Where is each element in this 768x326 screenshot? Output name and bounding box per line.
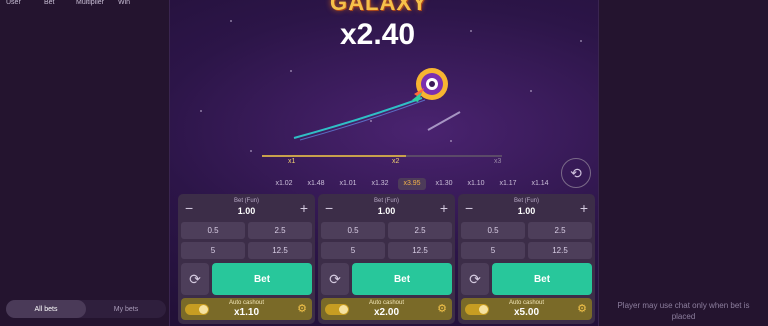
bet-button[interactable]: Bet (212, 263, 312, 295)
quick-bet-grid: 0.5 2.5 5 12.5 (461, 222, 592, 259)
bet-amount: − Bet (Fun) 1.00 + (461, 197, 592, 219)
history-item: x1.48 (307, 180, 325, 187)
history-item: x1.17 (499, 180, 517, 187)
auto-bet-icon[interactable]: ⟳ (461, 263, 489, 295)
quick-bet-button[interactable]: 0.5 (461, 222, 525, 239)
gear-icon[interactable]: ⚙ (577, 302, 587, 315)
bet-panel-1: − Bet (Fun) 1.00 + 0.5 2.5 5 12.5 ⟳ Bet … (178, 194, 315, 324)
tab-all-bets[interactable]: All bets (6, 300, 86, 318)
auto-cashout-label: Auto cashout (228, 300, 265, 306)
quick-bet-button[interactable]: 0.5 (181, 222, 245, 239)
bet-panel-2: − Bet (Fun) 1.00 + 0.5 2.5 5 12.5 ⟳ Bet … (318, 194, 455, 324)
auto-cashout-label: Auto cashout (508, 300, 545, 306)
bet-panel-3: − Bet (Fun) 1.00 + 0.5 2.5 5 12.5 ⟳ Bet … (458, 194, 595, 324)
history-item-selected: x3.95 (398, 178, 426, 190)
bet-caption: Bet (Fun) (373, 198, 399, 204)
quick-bet-button[interactable]: 2.5 (248, 222, 312, 239)
bet-actions: ⟳ Bet (461, 263, 592, 295)
bet-amount: − Bet (Fun) 1.00 + (321, 197, 452, 219)
game-screen: User Bet Multiplier Win All bets My bets… (0, 0, 768, 326)
quick-bet-button[interactable]: 2.5 (388, 222, 452, 239)
quick-bet-button[interactable]: 5 (461, 242, 525, 259)
bets-table-header: User Bet Multiplier Win (0, 0, 169, 10)
bet-button[interactable]: Bet (352, 263, 452, 295)
rocket-icon (412, 68, 448, 102)
history-item: x1.32 (371, 180, 389, 187)
bet-amount: − Bet (Fun) 1.00 + (181, 197, 312, 219)
auto-cashout-value[interactable]: x1.10 (181, 307, 312, 318)
gear-icon[interactable]: ⚙ (437, 302, 447, 315)
auto-cashout-value[interactable]: x5.00 (461, 307, 592, 318)
timeline-label-x1: x1 (288, 158, 296, 165)
plus-icon[interactable]: + (580, 200, 588, 216)
auto-bet-icon[interactable]: ⟳ (181, 263, 209, 295)
history-item: x1.30 (435, 180, 453, 187)
bet-actions: ⟳ Bet (321, 263, 452, 295)
timeline-label-x3: x3 (494, 158, 502, 165)
multiplier-timeline (262, 155, 502, 157)
quick-bet-button[interactable]: 12.5 (528, 242, 592, 259)
bets-tabs: All bets My bets (6, 300, 166, 318)
plus-icon[interactable]: + (440, 200, 448, 216)
quick-bet-button[interactable]: 12.5 (248, 242, 312, 259)
quick-bet-button[interactable]: 5 (321, 242, 385, 259)
auto-cashout-label: Auto cashout (368, 300, 405, 306)
column-user: User (6, 0, 21, 6)
bet-value[interactable]: 1.00 (181, 206, 312, 216)
bet-actions: ⟳ Bet (181, 263, 312, 295)
gear-icon[interactable]: ⚙ (297, 302, 307, 315)
timeline-label-x2: x2 (392, 158, 400, 165)
tab-my-bets[interactable]: My bets (86, 300, 166, 318)
rocket-trail (293, 97, 461, 141)
history-icon[interactable]: ⟲ (561, 158, 591, 188)
column-multiplier: Multiplier (76, 0, 105, 6)
quick-bet-button[interactable]: 5 (181, 242, 245, 259)
auto-cashout-value[interactable]: x2.00 (321, 307, 452, 318)
quick-bet-grid: 0.5 2.5 5 12.5 (321, 222, 452, 259)
history-item: x1.02 (275, 180, 293, 187)
auto-cashout: Auto cashout x5.00 ⚙ (461, 298, 592, 320)
history-item: x1.01 (339, 180, 357, 187)
bet-caption: Bet (Fun) (233, 198, 259, 204)
bets-panel: User Bet Multiplier Win All bets My bets (0, 0, 170, 326)
plus-icon[interactable]: + (300, 200, 308, 216)
auto-cashout: Auto cashout x2.00 ⚙ (321, 298, 452, 320)
bet-caption: Bet (Fun) (513, 198, 539, 204)
multiplier-history: x1.02 x1.48 x1.01 x1.32 x3.95 x1.30 x1.1… (268, 178, 556, 190)
bet-button[interactable]: Bet (492, 263, 592, 295)
column-bet: Bet (44, 0, 55, 6)
auto-bet-icon[interactable]: ⟳ (321, 263, 349, 295)
quick-bet-button[interactable]: 12.5 (388, 242, 452, 259)
bet-value[interactable]: 1.00 (321, 206, 452, 216)
quick-bet-grid: 0.5 2.5 5 12.5 (181, 222, 312, 259)
chat-notice: Player may use chat only when bet is pla… (617, 301, 750, 321)
history-item: x1.14 (531, 180, 549, 187)
game-area: GALAXY x2.40 x1 x2 x3 ⟲ x1.02 x1.48 x1.0… (170, 0, 598, 192)
auto-cashout: Auto cashout x1.10 ⚙ (181, 298, 312, 320)
timeline-progress (262, 155, 406, 157)
bet-value[interactable]: 1.00 (461, 206, 592, 216)
quick-bet-button[interactable]: 2.5 (528, 222, 592, 239)
quick-bet-button[interactable]: 0.5 (321, 222, 385, 239)
chat-panel: Player may use chat only when bet is pla… (598, 0, 768, 326)
history-item: x1.10 (467, 180, 485, 187)
column-win: Win (118, 0, 131, 6)
